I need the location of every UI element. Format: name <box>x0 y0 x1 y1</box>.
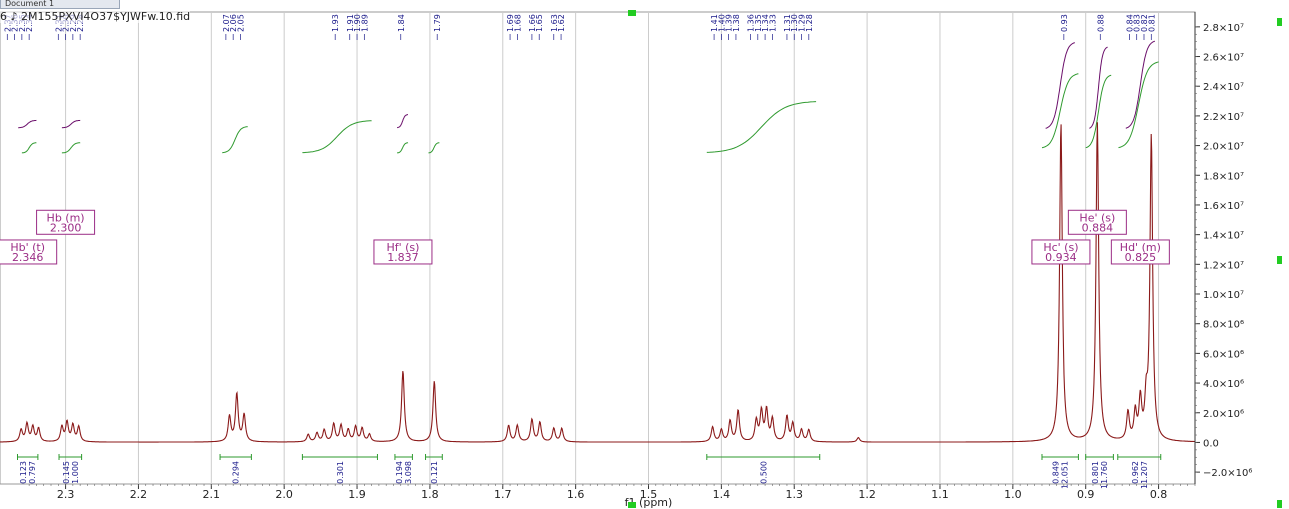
spectrum-trace <box>0 122 1195 443</box>
x-tick-label: 2.3 <box>57 488 75 501</box>
y-tick-label: 1.6×10⁷ <box>1203 201 1244 212</box>
grid <box>0 11 1196 485</box>
multiplet-box[interactable]: Hb (m)2.300 <box>36 209 96 235</box>
integral-value-label: 0.801 <box>1091 461 1100 484</box>
multiplet-box[interactable]: Hf' (s)1.837 <box>373 239 433 265</box>
multiplet-box[interactable]: He' (s)0.884 <box>1067 209 1127 235</box>
integral-curve-green <box>706 101 817 153</box>
integral-curve-green <box>1118 61 1159 149</box>
y-tick-label: 1.4×10⁷ <box>1203 231 1244 242</box>
integral-value-label: 0.145 <box>62 461 71 484</box>
x-tick-label: 1.6 <box>567 488 585 501</box>
peak-pick-label: 1.65 <box>535 14 544 32</box>
y-tick-label: 2.0×10⁶ <box>1203 409 1244 420</box>
green-handle-top[interactable] <box>628 10 636 16</box>
peak-pick-label: 1.62 <box>557 14 566 32</box>
peak-pick-label: 1.84 <box>397 14 406 32</box>
y-tick-label: 2.0×10⁷ <box>1203 142 1244 153</box>
integral-curves <box>18 40 1159 154</box>
peak-pick-label: 0.88 <box>1096 14 1105 32</box>
x-tick-label: 2.2 <box>130 488 148 501</box>
peak-pick-label: 1.79 <box>433 14 442 32</box>
integral-value-label: 0.123 <box>19 461 28 484</box>
file-title: 6 ♪ 2M155PXVI4O37$YJWFw.10.fid <box>0 10 191 23</box>
integral-value-label: 12.051 <box>1061 461 1070 489</box>
y-tick-label: 1.8×10⁷ <box>1203 171 1244 182</box>
x-tick-label: 2.0 <box>275 488 293 501</box>
x-tick-label: 0.9 <box>1077 488 1095 501</box>
x-tick-label: 2.1 <box>203 488 221 501</box>
x-tick-label: 1.1 <box>931 488 949 501</box>
multiplet-shift: 0.884 <box>1082 221 1114 234</box>
y-tick-label: 8.0×10⁶ <box>1203 320 1244 331</box>
y-tick-label: 1.2×10⁷ <box>1203 260 1244 271</box>
x-tick-label: 1.9 <box>348 488 366 501</box>
integral-curve-green <box>61 142 81 154</box>
peak-pick-label: 1.93 <box>331 14 340 32</box>
integral-value-label: 3.098 <box>404 461 413 484</box>
integral-curve-purple <box>18 119 37 129</box>
integral-curve-green <box>302 120 372 154</box>
multiplet-shift: 2.346 <box>12 251 44 264</box>
x-tick-label: 1.2 <box>858 488 876 501</box>
y-tick-label: 2.2×10⁷ <box>1203 112 1244 123</box>
peak-pick-label: 1.38 <box>732 14 741 32</box>
y-tick-label: 2.8×10⁷ <box>1203 23 1244 34</box>
x-tick-label: 1.7 <box>494 488 512 501</box>
integral-value-label: 0.500 <box>759 461 768 484</box>
multiplet-box[interactable]: Hc' (s)0.934 <box>1031 239 1091 265</box>
peak-pick-label: 1.68 <box>513 14 522 32</box>
peak-pick-label: 1.33 <box>768 14 777 32</box>
nmr-spectrum-chart[interactable]: 2.372.362.352.34 2.312.302.292.28 2.072.06… <box>0 0 1289 509</box>
spectrum-line <box>0 122 1195 443</box>
integral-curve-green <box>21 142 37 154</box>
integral-curve-green <box>222 126 248 154</box>
peak-pick-label: 2.05 <box>236 14 245 32</box>
multiplet-shift: 2.300 <box>50 221 82 234</box>
integral-value-label: 0.294 <box>232 461 241 484</box>
integral-curve-green <box>397 142 409 154</box>
peak-pick-label: 1.89 <box>360 14 369 32</box>
integral-value-label: 0.797 <box>28 461 37 484</box>
integral-curve-purple <box>1045 42 1075 129</box>
multiplet-shift: 0.934 <box>1045 251 1077 264</box>
y-tick-label: 0.0 <box>1203 438 1219 449</box>
multiplet-box[interactable]: Hd' (m)0.825 <box>1110 239 1170 265</box>
integral-curve-purple <box>1125 40 1156 129</box>
multiplet-shift: 1.837 <box>387 251 419 264</box>
y-tick-label: −2.0×10⁶ <box>1203 468 1252 479</box>
multiplet-shift: 0.825 <box>1125 251 1157 264</box>
peak-pick-label: 0.81 <box>1147 14 1156 32</box>
integral-value-label: 0.194 <box>395 461 404 484</box>
integral-value-label: 1.000 <box>71 461 80 484</box>
integral-value-label: 0.121 <box>430 461 439 484</box>
integral-curve-purple <box>1089 46 1108 129</box>
x-tick-label: 1.8 <box>421 488 439 501</box>
x-tick-label: 0.8 <box>1150 488 1168 501</box>
peak-pick-label: 0.93 <box>1060 14 1069 32</box>
green-handle-right-middle[interactable] <box>1277 256 1282 264</box>
y-tick-label: 4.0×10⁶ <box>1203 379 1244 390</box>
peak-pick-label: 1.28 <box>805 14 814 32</box>
plot-frame <box>0 11 1196 485</box>
x-tick-label: 1.4 <box>713 488 731 501</box>
multiplet-box[interactable]: Hb' (t)2.346 <box>0 239 58 265</box>
y-tick-label: 6.0×10⁶ <box>1203 349 1244 360</box>
x-tick-label: 1.3 <box>785 488 803 501</box>
green-handle-right-bottom[interactable] <box>1277 500 1282 508</box>
integral-value-label: 0.849 <box>1052 461 1061 484</box>
x-tick-label: 1.0 <box>1004 488 1022 501</box>
y-tick-label: 2.6×10⁷ <box>1203 53 1244 64</box>
integral-curve-purple <box>397 114 408 129</box>
green-handle-right-top[interactable] <box>1277 18 1282 26</box>
integral-value-label: 0.301 <box>336 461 345 484</box>
green-handle-bottom[interactable] <box>628 502 636 508</box>
y-tick-label: 2.4×10⁷ <box>1203 82 1244 93</box>
multiplet-annotations[interactable]: Hb (m)2.300 Hb' (t)2.346 Hf' (s)1.837 He' (… <box>0 209 1170 265</box>
y-tick-label: 1.0×10⁷ <box>1203 290 1244 301</box>
integral-value-label: 0.962 <box>1131 461 1140 484</box>
integral-curve-purple <box>61 119 81 129</box>
